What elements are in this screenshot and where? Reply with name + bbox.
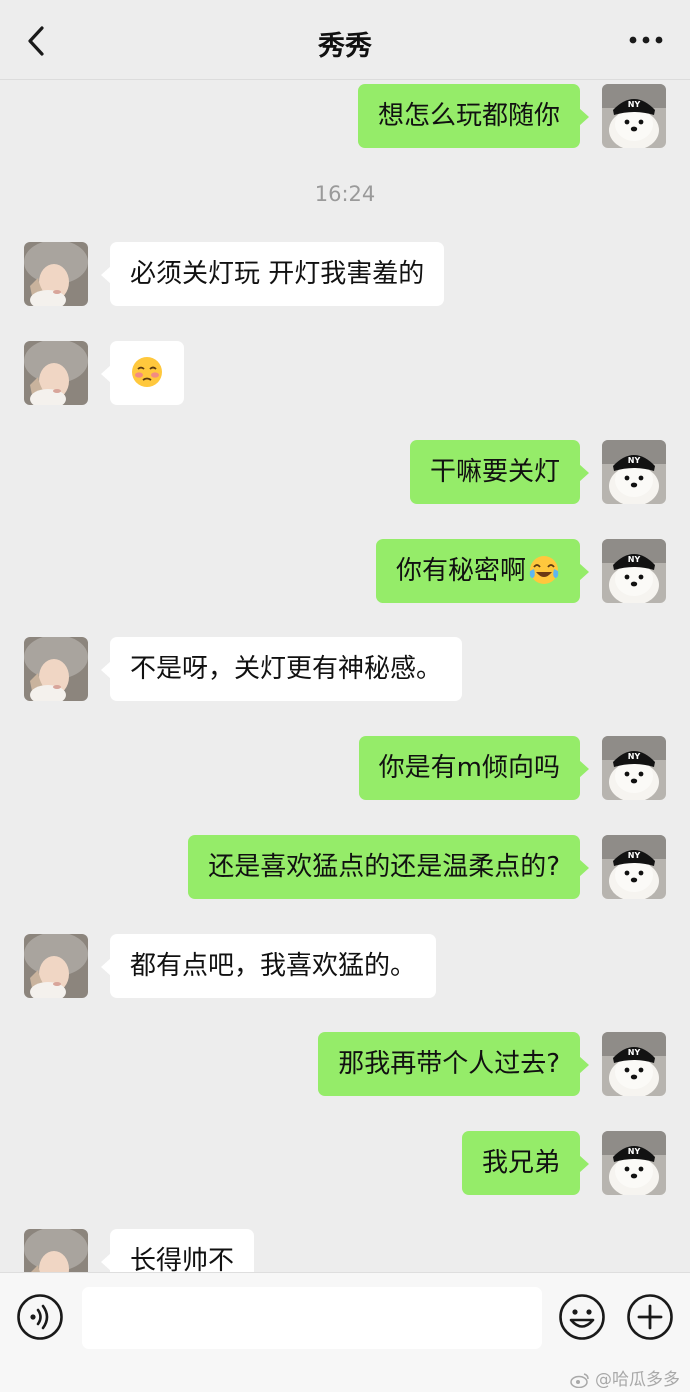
contact-avatar[interactable] [24, 637, 88, 701]
message-text: 你有秘密啊 [395, 556, 526, 586]
emoji-smile-icon [559, 1294, 605, 1340]
message-sent: 想怎么玩都随你 NY [0, 84, 690, 150]
message-bubble[interactable]: 长得帅不 [100, 1229, 255, 1272]
more-button[interactable] [628, 30, 664, 50]
my-avatar[interactable]: NY [602, 835, 666, 899]
svg-text:NY: NY [628, 555, 641, 564]
watermark-text: @哈瓜多多 [595, 1370, 680, 1390]
my-avatar[interactable]: NY [602, 736, 666, 800]
message-bubble[interactable]: 想怎么玩都随你 [357, 84, 590, 148]
message-sent: 还是喜欢猛点的还是温柔点的? NY [0, 835, 690, 901]
message-bubble[interactable]: 都有点吧，我喜欢猛的。 [100, 934, 437, 998]
contact-avatar[interactable] [24, 1229, 88, 1272]
tears-of-joy-emoji [529, 555, 559, 584]
my-avatar[interactable]: NY [602, 1131, 666, 1195]
chat-header: 秀秀 [0, 0, 690, 80]
message-bubble[interactable]: 那我再带个人过去? [318, 1032, 589, 1096]
message-sent: 那我再带个人过去? NY [0, 1032, 690, 1098]
svg-text:NY: NY [628, 752, 641, 761]
plus-icon [627, 1294, 673, 1340]
emoji-button[interactable] [558, 1293, 606, 1341]
my-avatar[interactable]: NY [602, 539, 666, 603]
message-received [0, 341, 690, 407]
message-sent: 你有秘密啊 NY [0, 539, 690, 605]
watermark: @哈瓜多多 [569, 1365, 680, 1390]
emoji-bubble[interactable] [101, 341, 184, 405]
message-bubble[interactable]: 你有秘密啊 [375, 539, 590, 603]
my-avatar[interactable]: NY [602, 1032, 666, 1096]
timestamp: 16:24 [314, 182, 376, 206]
chat-title: 秀秀 [318, 31, 372, 62]
message-list[interactable]: 想怎么玩都随你 NY 16:24 必须关灯玩 开灯我害羞的 干嘛要关灯 NY 你… [0, 80, 690, 1272]
input-bar: @哈瓜多多 [0, 1272, 690, 1392]
message-bubble[interactable]: 干嘛要关灯 [409, 440, 590, 504]
message-received: 长得帅不 [0, 1229, 690, 1272]
voice-button[interactable] [16, 1293, 64, 1341]
svg-text:NY: NY [628, 1147, 641, 1156]
message-bubble[interactable]: 你是有m倾向吗 [358, 736, 590, 800]
my-avatar[interactable]: NY [602, 84, 666, 148]
contact-avatar[interactable] [24, 341, 88, 405]
message-bubble[interactable]: 还是喜欢猛点的还是温柔点的? [188, 835, 589, 899]
message-sent: 我兄弟 NY [0, 1131, 690, 1197]
message-bubble[interactable]: 不是呀，关灯更有神秘感。 [100, 637, 463, 701]
weibo-logo-icon [569, 1373, 589, 1389]
svg-text:NY: NY [628, 100, 641, 109]
message-received: 都有点吧，我喜欢猛的。 [0, 934, 690, 1000]
contact-avatar[interactable] [24, 242, 88, 306]
svg-text:NY: NY [628, 1048, 641, 1057]
my-avatar[interactable]: NY [602, 440, 666, 504]
more-dots-icon [629, 36, 663, 44]
svg-text:NY: NY [628, 851, 641, 860]
svg-text:NY: NY [628, 456, 641, 465]
message-sent: 你是有m倾向吗 NY [0, 736, 690, 802]
message-received: 必须关灯玩 开灯我害羞的 [0, 242, 690, 308]
voice-icon [17, 1294, 63, 1340]
message-input[interactable] [82, 1287, 542, 1349]
shy-face-emoji [132, 356, 162, 387]
message-received: 不是呀，关灯更有神秘感。 [0, 637, 690, 703]
message-bubble[interactable]: 我兄弟 [461, 1131, 590, 1195]
contact-avatar[interactable] [24, 934, 88, 998]
message-sent: 干嘛要关灯 NY [0, 440, 690, 506]
message-bubble[interactable]: 必须关灯玩 开灯我害羞的 [100, 242, 445, 306]
chat-screen: 秀秀 想怎么玩都随你 NY 16:24 必须关灯玩 开灯我害羞的 干嘛要关灯 N… [0, 0, 690, 1392]
plus-button[interactable] [626, 1293, 674, 1341]
